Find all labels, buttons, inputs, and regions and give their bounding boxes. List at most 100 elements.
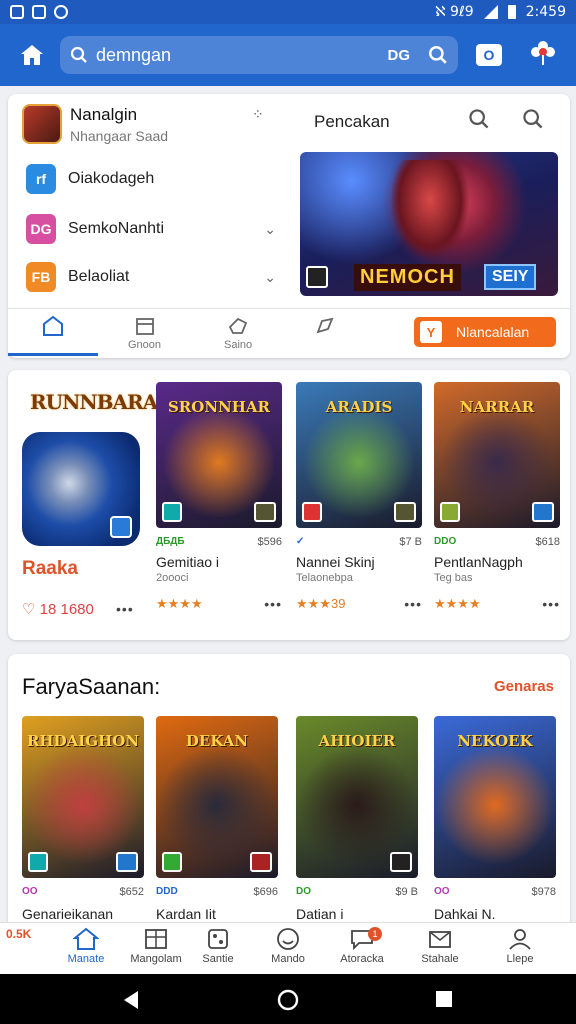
battery-icon: [507, 5, 516, 19]
game-thumbnail[interactable]: RHDAIGHON: [22, 716, 144, 878]
game-tile[interactable]: AHIOIER DO $9 B Datian i: [296, 716, 418, 922]
game-tile[interactable]: NEKOEK OO $978 Dahkai N.: [434, 716, 556, 922]
game-tile[interactable]: RHDAIGHON OO $652 Genarieikanan: [22, 716, 144, 922]
top-app-bar: demngan DG O: [0, 24, 576, 86]
signal-text: ℵ 9ℓ9: [435, 4, 474, 20]
controller-icon: [306, 266, 328, 288]
see-all-link[interactable]: Genaras: [494, 678, 554, 695]
back-icon[interactable]: [120, 989, 142, 1011]
game-thumbnail[interactable]: AHIOIER: [296, 716, 418, 878]
game-tag: ✓: [296, 536, 305, 547]
game-name: Datian i: [296, 906, 344, 922]
gift-button[interactable]: [530, 40, 556, 71]
more-icon[interactable]: •••: [404, 596, 422, 612]
platform-icon: [440, 502, 460, 522]
game-price: $618: [535, 536, 560, 548]
points-label: 0.5K: [6, 927, 32, 941]
game-price: $9 B: [395, 886, 418, 898]
chevron-down-icon: ⌄: [264, 220, 276, 237]
game-subtitle: 2oooci: [156, 572, 189, 584]
bottom-nav: 0.5K Manate Mangolam Santie Mando 1 Ator…: [0, 922, 576, 974]
status-time: 2:459: [525, 4, 566, 20]
tag-icon: [228, 317, 248, 334]
cta-label: Nlancalalan: [456, 324, 530, 340]
featured-banner[interactable]: NEMOCH SEIY: [300, 152, 558, 296]
rating-icon: [254, 502, 276, 522]
game-name: Genarieikanan: [22, 906, 114, 922]
home-circle-icon[interactable]: [277, 989, 299, 1011]
game-thumbnail[interactable]: SRONNHAR: [156, 382, 282, 528]
nav-item-santie[interactable]: Santie: [182, 927, 254, 965]
game-price: $596: [257, 536, 282, 548]
feature-game-name[interactable]: Raaka: [22, 558, 78, 580]
check-icon: Y: [420, 321, 442, 343]
banner-badge: SEIY: [484, 264, 537, 290]
nav-item-stahale[interactable]: Stahale: [404, 927, 476, 965]
banner-title: NEMOCH: [354, 264, 461, 291]
game-thumbnail[interactable]: ARADIS: [296, 382, 422, 528]
game-tag: OO: [22, 886, 38, 897]
game-tile[interactable]: NARRAR DDO $618 PentlanNagph Teg bas ★★★★…: [434, 382, 560, 612]
game-name: Gemitiao i: [156, 554, 220, 570]
chevron-down-icon: ⌄: [264, 268, 276, 285]
tab-share[interactable]: [314, 315, 336, 339]
more-icon[interactable]: •••: [542, 596, 560, 612]
recents-icon[interactable]: [434, 989, 454, 1009]
grid-dots-icon[interactable]: ⁘: [252, 106, 265, 123]
nav-item-llepe[interactable]: Llepe: [484, 927, 556, 965]
profile-header[interactable]: Nanalgin Nhangaar Saad: [22, 104, 168, 144]
account-card: Nanalgin Nhangaar Saad ⁘ rf Oiakodageh D…: [8, 94, 570, 358]
notification-badge: 1: [368, 927, 382, 941]
menu-item-1[interactable]: DG SemkoNanhti ⌄: [26, 214, 276, 244]
game-tile[interactable]: SRONNHAR ДБДБ $596 Gemitiao i 2oooci ★★★★…: [156, 382, 282, 612]
feature-game-image[interactable]: [22, 432, 140, 546]
menu-item-0[interactable]: rf Oiakodageh: [26, 164, 276, 194]
game-tag: ДБДБ: [156, 536, 185, 547]
smile-icon: [277, 928, 299, 950]
menu-item-2[interactable]: FB Belaoliat ⌄: [26, 262, 276, 292]
game-tile[interactable]: DEKAN DDD $696 Kardan Iit: [156, 716, 278, 922]
nav-item-atoracka[interactable]: 1 Atoracka: [326, 927, 398, 965]
message-icon: [32, 5, 46, 19]
heart-icon: ♡: [22, 601, 36, 618]
search-icon[interactable]: [468, 108, 490, 135]
tab-gnoon[interactable]: Gnoon: [128, 315, 161, 351]
search-bar[interactable]: demngan DG: [60, 36, 458, 74]
recommend-section: FaryaSaanan: Genaras RHDAIGHON OO $652 Ge…: [8, 654, 570, 924]
platform-icon: [162, 852, 182, 872]
menu-icon: rf: [26, 164, 56, 194]
game-name: Kardan Iit: [156, 906, 216, 922]
notification-icon: [10, 5, 24, 19]
tv-button[interactable]: O: [476, 44, 502, 66]
nav-item-manate[interactable]: Manate: [50, 927, 122, 965]
game-tag: OO: [434, 886, 450, 897]
game-tag: DO: [296, 886, 311, 897]
feature-logo: RUNNBARA: [30, 390, 158, 414]
search-submit-icon[interactable]: [428, 45, 448, 65]
grid-icon: [145, 929, 167, 949]
game-tile[interactable]: ARADIS ✓ $7 B Nannei Skinj Telaonebpa ★★★…: [296, 382, 422, 612]
more-icon[interactable]: •••: [116, 601, 134, 617]
active-tab-indicator: [8, 353, 98, 356]
game-thumbnail[interactable]: DEKAN: [156, 716, 278, 878]
app-icon: [54, 5, 68, 19]
menu-icon: DG: [26, 214, 56, 244]
game-thumbnail[interactable]: NARRAR: [434, 382, 560, 528]
cta-button[interactable]: Y Nlancalalan: [414, 317, 556, 347]
menu-icon: FB: [26, 262, 56, 292]
search-input[interactable]: demngan: [96, 45, 388, 66]
more-icon[interactable]: •••: [264, 596, 282, 612]
search-icon[interactable]: [522, 108, 544, 135]
search-icon: [70, 46, 87, 63]
game-price: $978: [531, 886, 556, 898]
tab-saino[interactable]: Saino: [224, 315, 252, 351]
profile-name: Nanalgin: [70, 104, 138, 124]
home-outline-icon: [43, 315, 63, 336]
nav-item-mando[interactable]: Mando: [252, 927, 324, 965]
tab-home[interactable]: [42, 315, 64, 339]
game-thumbnail[interactable]: NEKOEK: [434, 716, 556, 878]
section-title: FaryaSaanan:: [22, 674, 161, 699]
home-button[interactable]: [12, 35, 52, 75]
game-name: Nannei Skinj: [296, 554, 375, 570]
like-count[interactable]: ♡ 18 1680 •••: [22, 600, 134, 618]
